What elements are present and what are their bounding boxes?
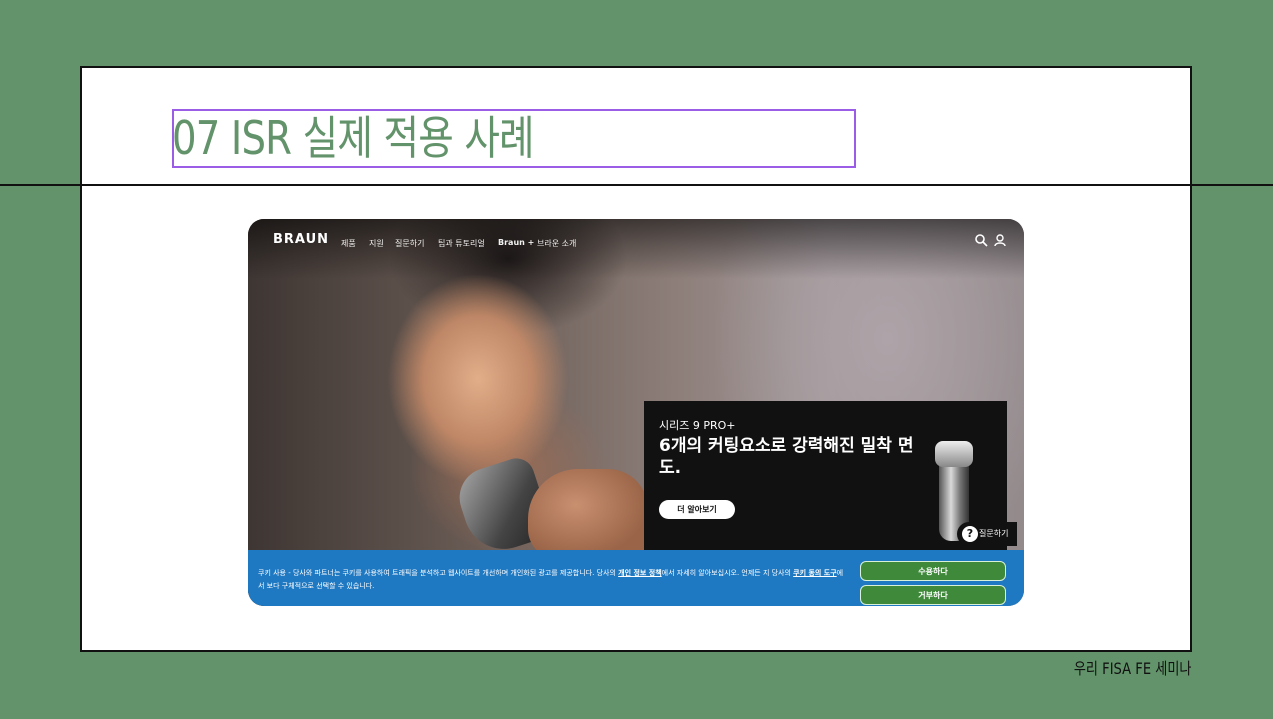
- slide-title: 07 ISR 실제 적용 사례: [172, 111, 535, 165]
- nav-item-ask[interactable]: 질문하기: [395, 238, 424, 249]
- promo-card: 시리즈 9 PRO+ 6개의 커팅요소로 강력해진 밀착 면도. 더 알아보기: [644, 401, 1007, 550]
- privacy-policy-link[interactable]: 개인 정보 정책: [618, 569, 662, 577]
- question-icon: ?: [962, 526, 978, 542]
- braun-logo[interactable]: BRAUN: [273, 232, 329, 247]
- cookie-text-part: 쿠키 사용 - 당사와 파트너는 쿠키를 사용하여 트래픽을 분석하고 웹사이트…: [258, 569, 619, 577]
- hero-hand: [528, 469, 648, 559]
- cookie-text: 쿠키 사용 - 당사와 파트너는 쿠키를 사용하여 트래픽을 분석하고 웹사이트…: [258, 567, 848, 593]
- title-divider: [0, 184, 1273, 186]
- ask-question-button[interactable]: ? 질문하기: [957, 522, 1017, 546]
- product-shaver-head: [935, 441, 973, 467]
- site-nav: BRAUN 제품 지원 질문하기 팁과 튜토리얼 Braun + 브라운 소개: [248, 219, 1024, 265]
- reject-cookies-button[interactable]: 거부하다: [860, 585, 1006, 605]
- footer-label: 우리 FISA FE 세미나: [1073, 659, 1191, 678]
- nav-item-products[interactable]: 제품: [341, 238, 356, 249]
- nav-item-about[interactable]: 브라운 소개: [537, 238, 576, 249]
- cookie-banner: 쿠키 사용 - 당사와 파트너는 쿠키를 사용하여 트래픽을 분석하고 웹사이트…: [248, 550, 1024, 606]
- nav-item-support[interactable]: 지원: [369, 238, 384, 249]
- braun-website-screenshot: BRAUN 제품 지원 질문하기 팁과 튜토리얼 Braun + 브라운 소개 …: [248, 219, 1024, 606]
- nav-item-tips[interactable]: 팁과 튜토리얼: [438, 238, 485, 249]
- accept-cookies-button[interactable]: 수용하다: [860, 561, 1006, 581]
- promo-eyebrow: 시리즈 9 PRO+: [659, 419, 736, 432]
- search-icon[interactable]: [974, 233, 988, 247]
- learn-more-button[interactable]: 더 알아보기: [659, 500, 735, 519]
- user-icon[interactable]: [993, 233, 1007, 247]
- cookie-tool-link[interactable]: 쿠키 동의 도구: [793, 569, 837, 577]
- cookie-text-part: 에서 자세히 알아보십시오. 언제든 지 당사의: [661, 569, 794, 577]
- ask-question-label: 질문하기: [979, 529, 1009, 538]
- nav-item-braun-plus[interactable]: Braun +: [498, 238, 534, 247]
- promo-headline: 6개의 커팅요소로 강력해진 밀착 면도.: [659, 436, 914, 478]
